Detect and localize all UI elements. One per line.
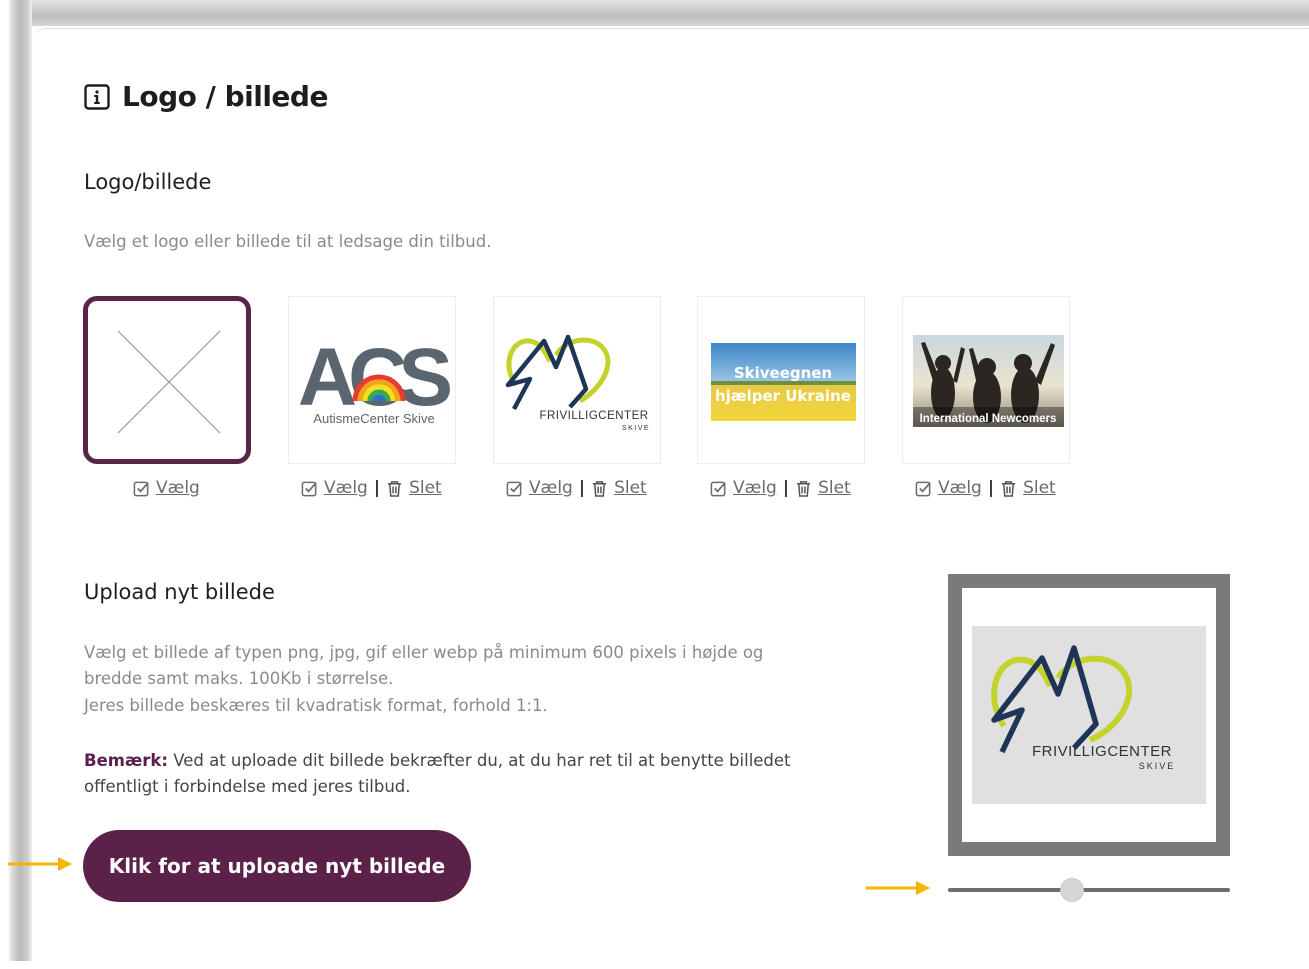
logo-description: Vælg et logo eller billede til at ledsag… [84,232,492,251]
delete-link[interactable]: Slet [614,478,647,498]
zoom-slider-track[interactable] [948,888,1230,892]
upload-subtitle: Upload nyt billede [84,580,275,604]
check-square-icon [506,481,522,496]
select-link[interactable]: Vælg [324,478,368,498]
logo-subtitle: Logo/billede [84,170,212,194]
window-frame-left [0,0,32,961]
crop-area: FRIVILLIGCENTER SKIVE [962,588,1216,842]
separator: | [987,478,995,498]
select-link[interactable]: Vælg [938,478,982,498]
international-newcomers-image: International Newcomers [913,335,1064,427]
trash-icon [796,480,811,497]
skiveegnen-caption: Skiveegnen [734,364,832,382]
note-text: Ved at uploade dit billede bekræfter du,… [84,751,791,796]
separator: | [373,478,381,498]
upload-image-button[interactable]: Klik for at uploade nyt billede [83,830,471,902]
upload-line-3: Jeres billede beskæres til kvadratisk fo… [84,696,548,715]
arrow-annotation-icon [8,857,72,871]
check-square-icon [915,481,931,496]
section-header: Logo / billede [84,80,328,113]
zoom-slider-handle[interactable] [1060,878,1085,902]
separator: | [578,478,586,498]
crop-preview-image: FRIVILLIGCENTER SKIVE [972,626,1206,804]
select-link[interactable]: Vælg [733,478,777,498]
thumbnail-actions-1: Vælg [133,478,200,498]
crop-preview-caption-2: SKIVE [1139,761,1176,771]
info-icon [84,83,110,110]
thumbnail-actions-5: Vælg | Slet [915,478,1056,498]
delete-link[interactable]: Slet [818,478,851,498]
international-newcomers-caption: International Newcomers [920,413,1057,425]
crop-preview[interactable]: FRIVILLIGCENTER SKIVE [948,574,1230,856]
upload-line-1: Vælg et billede af typen png, jpg, gif e… [84,643,764,662]
thumbnail-frivilligcenter[interactable]: FRIVILLIGCENTER SKIVE [493,296,661,464]
delete-link[interactable]: Slet [1023,478,1056,498]
crop-preview-caption: FRIVILLIGCENTER [1032,743,1172,760]
select-link[interactable]: Vælg [529,478,573,498]
frivilligcenter-caption-2: SKIVE [622,425,650,432]
thumbnail-actions-2: Vælg | Slet [301,478,442,498]
frivilligcenter-logo: FRIVILLIGCENTER SKIVE [505,334,650,432]
trash-icon [592,480,607,497]
thumbnail-international-newcomers[interactable]: International Newcomers [902,296,1070,464]
select-link[interactable]: Vælg [156,478,200,498]
check-square-icon [301,481,317,496]
frivilligcenter-caption: FRIVILLIGCENTER [539,410,648,422]
section-title: Logo / billede [122,80,328,113]
window-frame-top [0,0,1309,26]
check-square-icon [710,481,726,496]
thumbnail-none[interactable] [83,296,251,464]
thumbnail-autismecenter[interactable]: ACS AutismeCenter Skive [288,296,456,464]
autismecenter-logo: ACS AutismeCenter Skive [298,332,455,426]
note-label: Bemærk: [84,751,168,770]
autismecenter-caption: AutismeCenter Skive [313,411,434,426]
skiveegnen-caption-2: hjælper Ukraine [715,387,851,405]
check-square-icon [133,481,149,496]
separator: | [782,478,790,498]
arrow-annotation-icon [866,881,930,895]
skiveegnen-image: Skiveegnen hjælper Ukraine [711,343,856,421]
upload-line-2: bredde samt maks. 100Kb i størrelse. [84,669,394,688]
trash-icon [1001,480,1016,497]
thumbnail-actions-4: Vælg | Slet [710,478,851,498]
thumbnail-actions-3: Vælg | Slet [506,478,647,498]
delete-link[interactable]: Slet [409,478,442,498]
thumbnail-skiveegnen[interactable]: Skiveegnen hjælper Ukraine [697,296,865,464]
upload-note: Bemærk: Ved at uploade dit billede bekræ… [84,748,864,800]
trash-icon [387,480,402,497]
no-image-icon [117,330,221,434]
